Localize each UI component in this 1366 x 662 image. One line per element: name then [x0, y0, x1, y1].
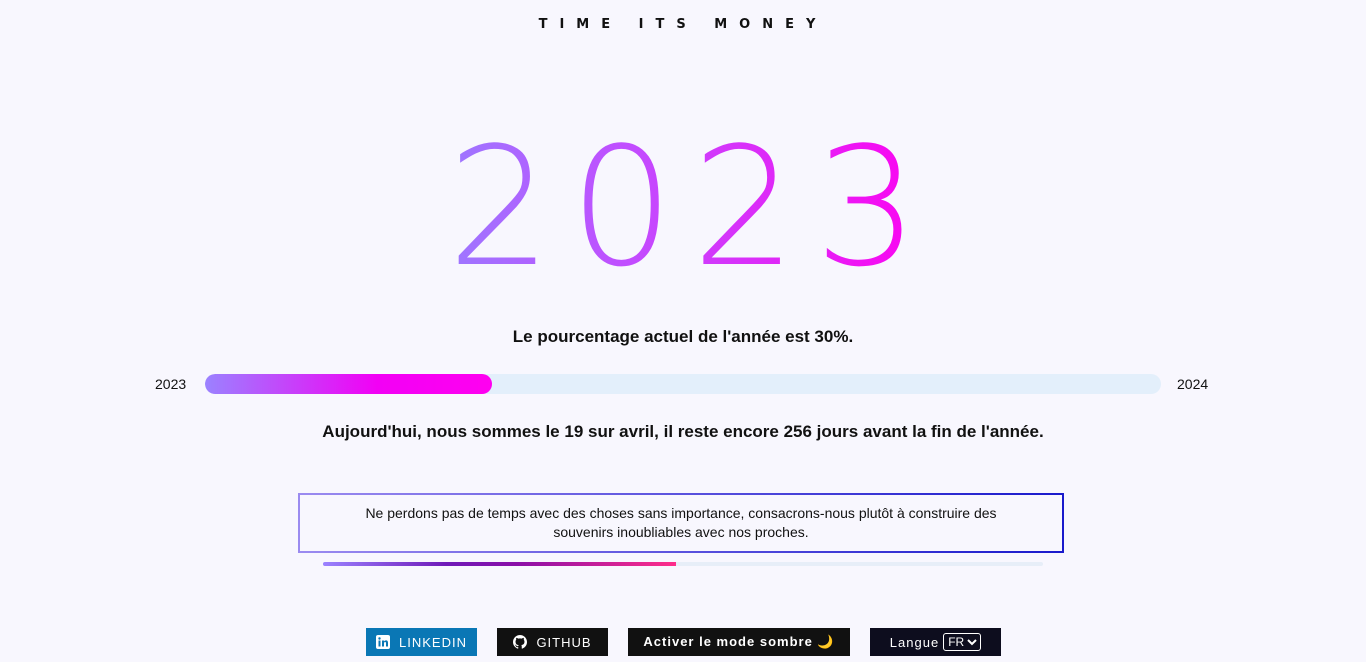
language-select[interactable]: FR: [943, 633, 982, 651]
github-icon: [513, 635, 528, 649]
quote-box: Ne perdons pas de temps avec des choses …: [298, 493, 1064, 553]
quote-progress-bar: [323, 562, 1043, 566]
year-progress-fill: [205, 374, 492, 394]
year-start-label: 2023: [155, 376, 187, 392]
linkedin-icon: [376, 635, 391, 649]
dark-mode-label: Activer le mode sombre 🌙: [643, 634, 835, 649]
linkedin-button[interactable]: LINKEDIN: [366, 628, 477, 656]
brand-title: TIME ITS MONEY: [538, 17, 828, 32]
year-end-label: 2024: [1177, 376, 1209, 392]
current-year-display: 2023: [0, 118, 1366, 298]
language-selector: Langue FR: [870, 628, 1001, 656]
quote-progress-fill: [323, 562, 676, 566]
current-year-text: 2023: [429, 112, 936, 303]
github-label: GITHUB: [536, 634, 592, 650]
linkedin-label: LINKEDIN: [399, 634, 467, 650]
year-progress-bar: [205, 374, 1161, 394]
dark-mode-toggle-button[interactable]: Activer le mode sombre 🌙: [628, 628, 850, 656]
language-label: Langue: [889, 634, 940, 650]
year-percentage-text: Le pourcentage actuel de l'année est 30%…: [512, 327, 854, 346]
github-button[interactable]: GITHUB: [497, 628, 608, 656]
quote-text: Ne perdons pas de temps avec des choses …: [365, 505, 997, 540]
today-status-text: Aujourd'hui, nous sommes le 19 sur avril…: [322, 422, 1044, 441]
